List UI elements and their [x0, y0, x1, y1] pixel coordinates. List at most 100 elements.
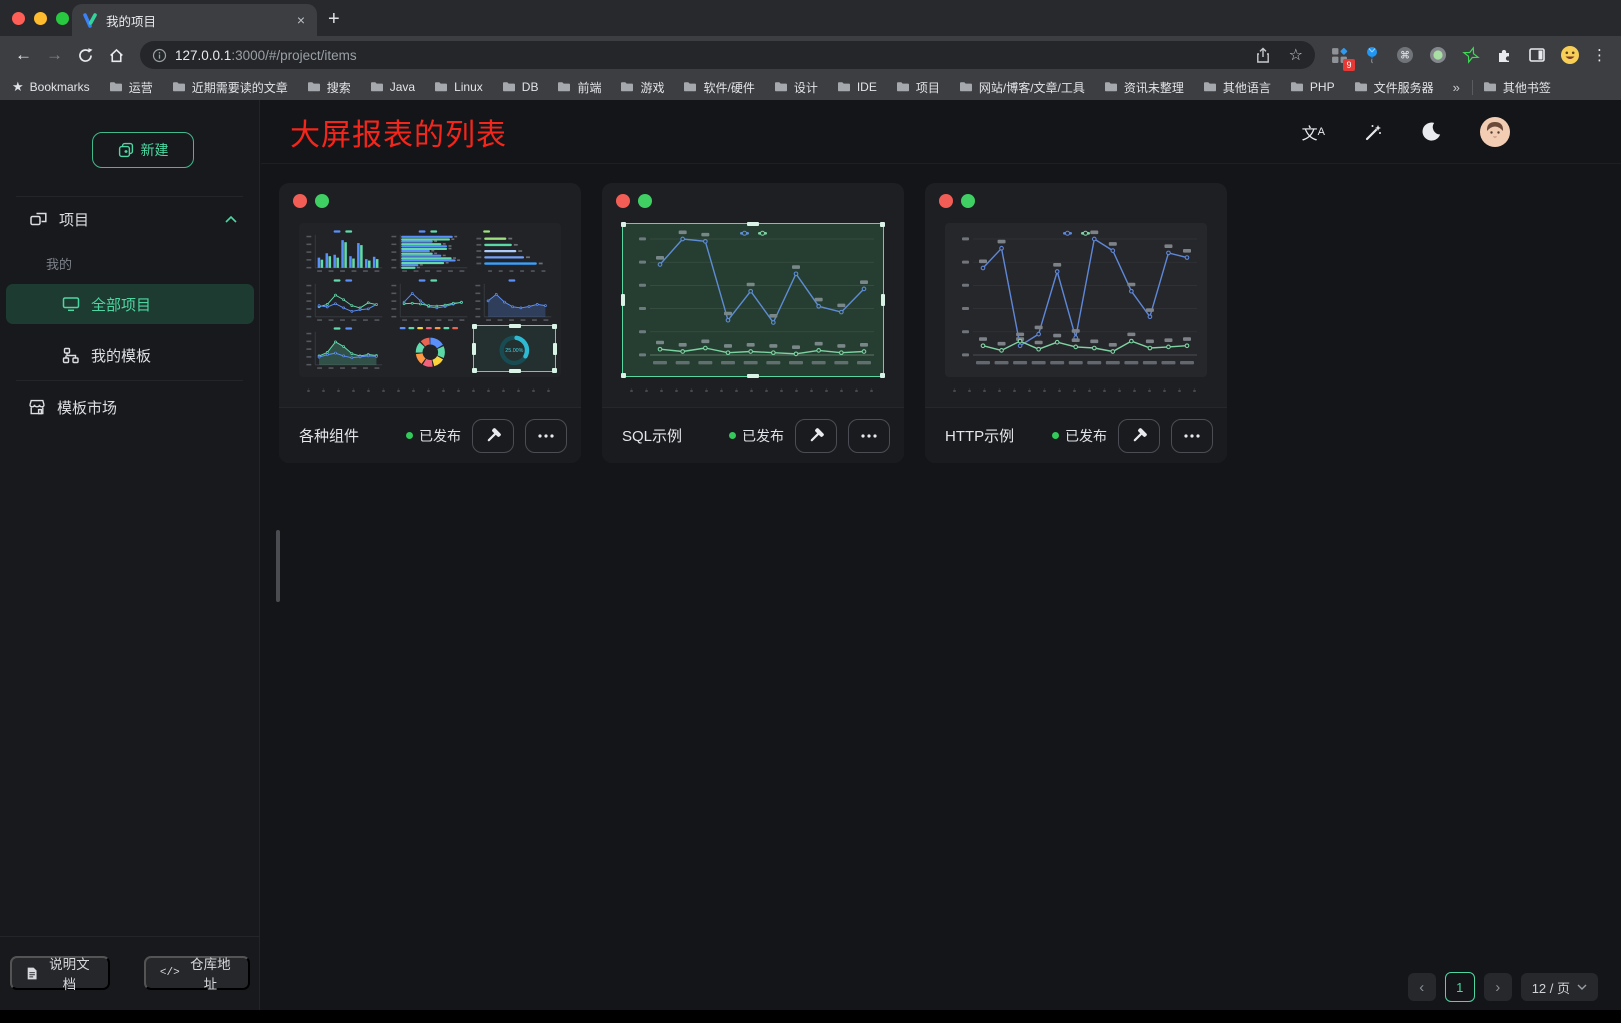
bookmark-item[interactable]: 近期需要读的文章 — [172, 79, 288, 96]
selection-handle[interactable] — [552, 324, 557, 329]
project-card[interactable]: SQL示例 已发布 — [602, 183, 904, 463]
folder-icon — [109, 81, 123, 93]
bookmark-item[interactable]: 文件服务器 — [1354, 79, 1434, 96]
command-extension-icon[interactable]: ⌘ — [1395, 45, 1415, 65]
bookmark-label: 其他书签 — [1503, 79, 1551, 96]
selection-handle[interactable] — [747, 374, 759, 378]
dark-mode-moon-icon[interactable] — [1421, 121, 1442, 142]
selection-handle[interactable] — [509, 324, 521, 328]
mini-chart-donut — [389, 325, 472, 372]
card-preview-chart[interactable] — [945, 223, 1207, 377]
back-icon[interactable]: ← — [15, 45, 32, 65]
chevron-up-icon[interactable] — [225, 216, 237, 223]
next-page-button[interactable]: › — [1484, 973, 1512, 1001]
other-bookmarks[interactable]: 其他书签 — [1483, 79, 1551, 96]
favicon-v-logo — [82, 12, 98, 28]
selection-handle[interactable] — [552, 368, 557, 373]
selection-overlay[interactable] — [473, 325, 556, 372]
selection-handle[interactable] — [880, 373, 885, 378]
edit-button[interactable] — [1118, 419, 1160, 453]
docs-button-label: 说明文档 — [45, 953, 94, 993]
side-panel-icon[interactable] — [1527, 45, 1547, 65]
current-page-button[interactable]: 1 — [1445, 972, 1475, 1002]
extension-grid-icon[interactable]: 9 — [1329, 45, 1349, 65]
sidebar-item-all-projects[interactable]: 全部项目 — [6, 284, 254, 324]
bookmark-item[interactable]: 游戏 — [620, 79, 664, 96]
bookmark-item[interactable]: 软件/硬件 — [683, 79, 754, 96]
bookmark-item[interactable]: 搜索 — [307, 79, 351, 96]
bookmark-item[interactable]: 运营 — [109, 79, 153, 96]
bookmark-item[interactable]: IDE — [837, 80, 877, 94]
home-icon[interactable] — [108, 47, 125, 64]
puzzle-extensions-icon[interactable] — [1494, 45, 1514, 65]
selection-handle[interactable] — [509, 369, 521, 373]
project-card[interactable]: 25.00% 各种组件 已发布 — [279, 183, 581, 463]
bookmark-item[interactable]: 其他语言 — [1203, 79, 1271, 96]
forward-icon[interactable]: → — [46, 45, 63, 65]
bookmark-item[interactable]: 网站/博客/文章/工具 — [959, 79, 1085, 96]
user-avatar[interactable] — [1480, 117, 1510, 147]
card-preview-mosaic[interactable]: 25.00% — [299, 223, 561, 377]
maximize-window-icon[interactable] — [56, 12, 69, 25]
selection-handle[interactable] — [472, 368, 477, 373]
bookmark-root[interactable]: ★ Bookmarks — [12, 79, 90, 95]
bookmark-item[interactable]: DB — [502, 80, 539, 94]
selection-handle[interactable] — [621, 294, 625, 306]
repo-button[interactable]: </> 仓库地址 — [144, 956, 250, 990]
selection-handle[interactable] — [621, 373, 626, 378]
docs-button[interactable]: 说明文档 — [10, 956, 110, 990]
record-extension-icon[interactable] — [1428, 45, 1448, 65]
card-preview-chart[interactable] — [622, 223, 884, 377]
bookmark-item[interactable]: 资讯未整理 — [1104, 79, 1184, 96]
more-button[interactable] — [525, 419, 567, 453]
browser-tab[interactable]: 我的项目 × — [72, 4, 317, 36]
ellipsis-icon — [1184, 434, 1200, 438]
sidebar-section-project[interactable]: 项目 — [0, 198, 259, 240]
folder-icon — [620, 81, 634, 93]
bookmark-item[interactable]: PHP — [1290, 80, 1335, 94]
address-bar[interactable]: 127.0.0.1:3000/#/project/items ☆ — [140, 41, 1315, 69]
selection-handle[interactable] — [880, 222, 885, 227]
selection-handle[interactable] — [621, 222, 626, 227]
sidebar-item-my-templates[interactable]: 我的模板 — [0, 334, 259, 376]
more-button[interactable] — [1171, 419, 1213, 453]
emoji-profile-icon[interactable] — [1560, 45, 1580, 65]
edit-button[interactable] — [472, 419, 514, 453]
new-project-button[interactable]: 新建 — [92, 132, 194, 168]
bookmarks-overflow-chevron[interactable]: » — [1453, 80, 1460, 95]
bookmark-item[interactable]: 设计 — [774, 79, 818, 96]
bookmark-item[interactable]: Java — [370, 80, 415, 94]
more-button[interactable] — [848, 419, 890, 453]
selection-handle[interactable] — [881, 294, 885, 306]
tab-close-icon[interactable]: × — [295, 12, 307, 28]
site-info-icon[interactable] — [152, 48, 167, 63]
prev-page-button[interactable]: ‹ — [1408, 973, 1436, 1001]
selection-handle[interactable] — [472, 343, 476, 355]
minimize-window-icon[interactable] — [34, 12, 47, 25]
scrollbar-thumb[interactable] — [276, 530, 280, 602]
close-window-icon[interactable] — [12, 12, 25, 25]
selection-handle[interactable] — [553, 343, 557, 355]
share-icon[interactable] — [1255, 47, 1271, 64]
sidebar-item-template-market[interactable]: 模板市场 — [0, 386, 259, 428]
status-dot — [729, 432, 736, 439]
green-star-extension-icon[interactable] — [1461, 45, 1481, 65]
page-size-select[interactable]: 12 / 页 — [1521, 973, 1598, 1001]
project-card[interactable]: HTTP示例 已发布 — [925, 183, 1227, 463]
bookmark-star-icon[interactable]: ☆ — [1289, 45, 1303, 65]
bookmark-item[interactable]: Linux — [434, 80, 483, 94]
new-tab-button[interactable]: + — [328, 7, 340, 31]
reload-icon[interactable] — [77, 47, 94, 64]
bookmark-label: 网站/博客/文章/工具 — [979, 79, 1085, 96]
edit-button[interactable] — [795, 419, 837, 453]
bookmark-item[interactable]: 前端 — [557, 79, 601, 96]
language-icon[interactable]: 文A — [1302, 120, 1325, 144]
bookmark-label: Java — [390, 80, 415, 94]
magic-wand-icon[interactable] — [1363, 122, 1383, 142]
bookmark-item[interactable]: 项目 — [896, 79, 940, 96]
selection-handle[interactable] — [472, 324, 477, 329]
selection-handle[interactable] — [747, 222, 759, 226]
selection-overlay[interactable] — [622, 223, 884, 377]
balloon-extension-icon[interactable] — [1362, 45, 1382, 65]
browser-menu-icon[interactable]: ⋮ — [1592, 46, 1607, 64]
